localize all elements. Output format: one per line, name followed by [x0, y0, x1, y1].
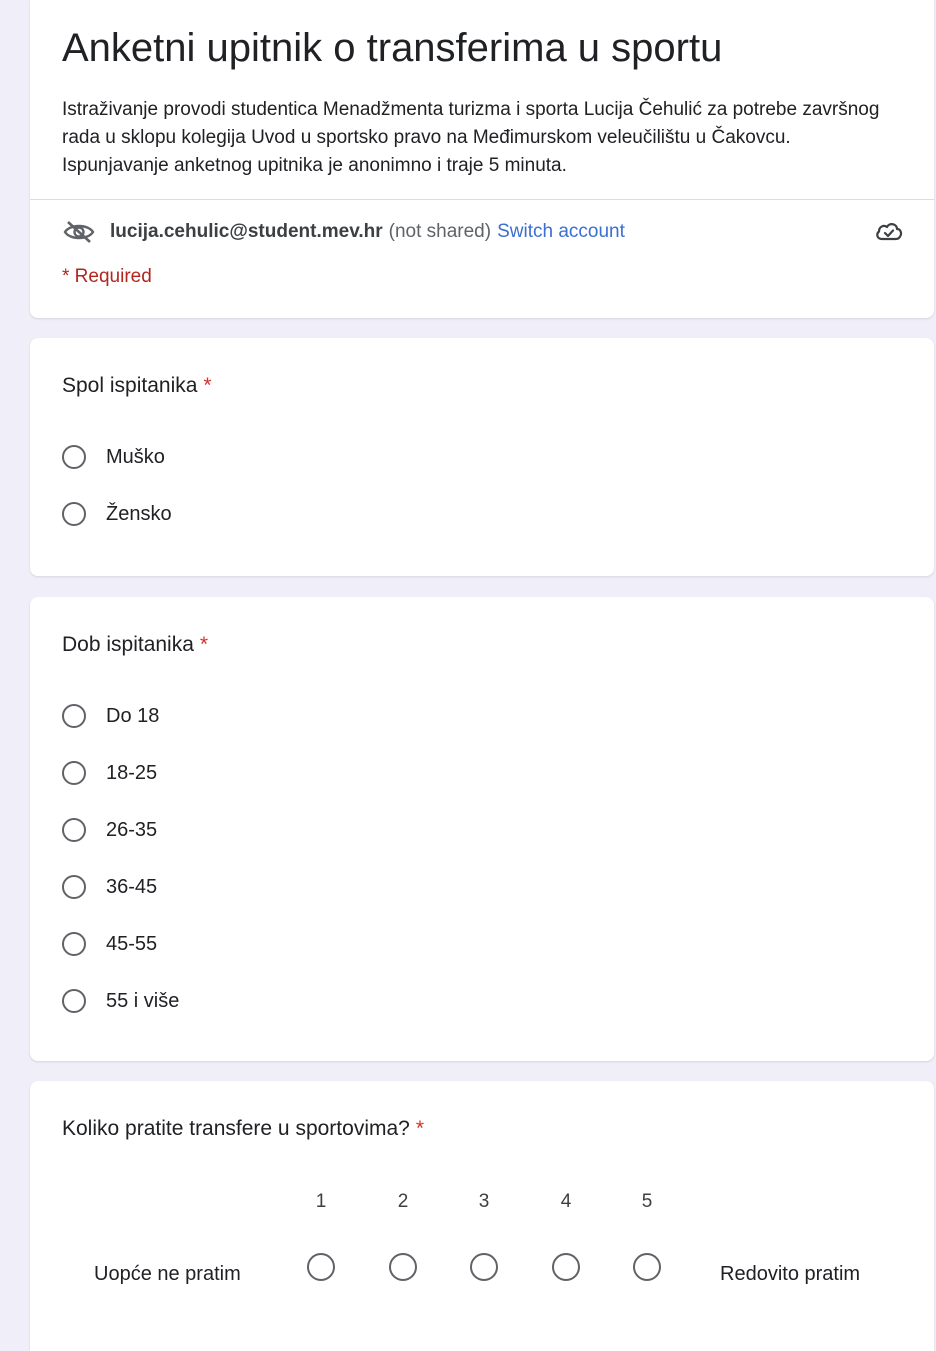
scale-radio-4[interactable] — [552, 1253, 580, 1281]
radio-option-zensko[interactable]: Žensko — [62, 498, 172, 530]
form-description: Istraživanje provodi studentica Menadžme… — [62, 99, 880, 176]
option-label: 55 i više — [106, 989, 180, 1012]
question-card-gender: Spol ispitanika * Muško Žensko — [30, 338, 934, 576]
radio-option-musko[interactable]: Muško — [62, 441, 165, 473]
scale-number-5: 5 — [641, 1191, 653, 1212]
scale-number-3: 3 — [478, 1191, 490, 1212]
required-note: * Required — [62, 266, 152, 287]
question-card-age: Dob ispitanika * Do 18 18-25 26-35 36-45 … — [30, 597, 934, 1061]
option-label: 36-45 — [106, 875, 158, 898]
question-title: Dob ispitanika * — [62, 633, 209, 656]
option-label: 26-35 — [106, 818, 158, 841]
cloud-check-icon — [874, 218, 904, 246]
radio-button[interactable] — [62, 445, 86, 469]
required-star: * — [415, 1117, 425, 1140]
form-title: Anketni upitnik o transferima u sportu — [62, 26, 723, 70]
radio-option-36-45[interactable]: 36-45 — [62, 871, 157, 903]
scale-number-1: 1 — [315, 1191, 327, 1212]
radio-button[interactable] — [62, 502, 86, 526]
scale-number-4: 4 — [560, 1191, 572, 1212]
account-row: lucija.cehulic@student.mev.hr (not share… — [62, 218, 904, 246]
radio-button[interactable] — [62, 761, 86, 785]
radio-option-45-55[interactable]: 45-55 — [62, 928, 157, 960]
option-label: Žensko — [106, 502, 172, 525]
scale-low-label: Uopće ne pratim — [94, 1263, 241, 1285]
option-label: Do 18 — [106, 704, 160, 727]
option-label: Muško — [106, 445, 165, 468]
scale-radio-2[interactable] — [389, 1253, 417, 1281]
scale-radio-1[interactable] — [307, 1253, 335, 1281]
radio-button[interactable] — [62, 818, 86, 842]
radio-button[interactable] — [62, 875, 86, 899]
switch-account-link[interactable]: Switch account — [497, 221, 625, 243]
form-header-card: Anketni upitnik o transferima u sportu I… — [30, 0, 934, 318]
shared-status: (not shared) — [388, 221, 492, 242]
question-title: Spol ispitanika * — [62, 374, 212, 397]
radio-button[interactable] — [62, 932, 86, 956]
scale-number-2: 2 — [397, 1191, 409, 1212]
radio-option-55-i-vise[interactable]: 55 i više — [62, 985, 179, 1017]
option-label: 45-55 — [106, 932, 158, 955]
radio-option-do-18[interactable]: Do 18 — [62, 700, 159, 732]
radio-option-26-35[interactable]: 26-35 — [62, 814, 157, 846]
eye-off-icon — [62, 219, 96, 245]
required-star: * — [199, 633, 209, 656]
radio-option-18-25[interactable]: 18-25 — [62, 757, 157, 789]
scale-radio-5[interactable] — [633, 1253, 661, 1281]
account-email: lucija.cehulic@student.mev.hr — [110, 221, 383, 242]
divider — [30, 199, 934, 200]
radio-button[interactable] — [62, 704, 86, 728]
question-card-transfer-interest: Koliko pratite transfere u sportovima? * … — [30, 1081, 934, 1351]
required-star: * — [203, 374, 212, 397]
scale-radio-3[interactable] — [470, 1253, 498, 1281]
radio-button[interactable] — [62, 989, 86, 1013]
scale-high-label: Redovito pratim — [720, 1263, 861, 1285]
option-label: 18-25 — [106, 761, 158, 784]
question-title: Koliko pratite transfere u sportovima? * — [62, 1117, 425, 1140]
